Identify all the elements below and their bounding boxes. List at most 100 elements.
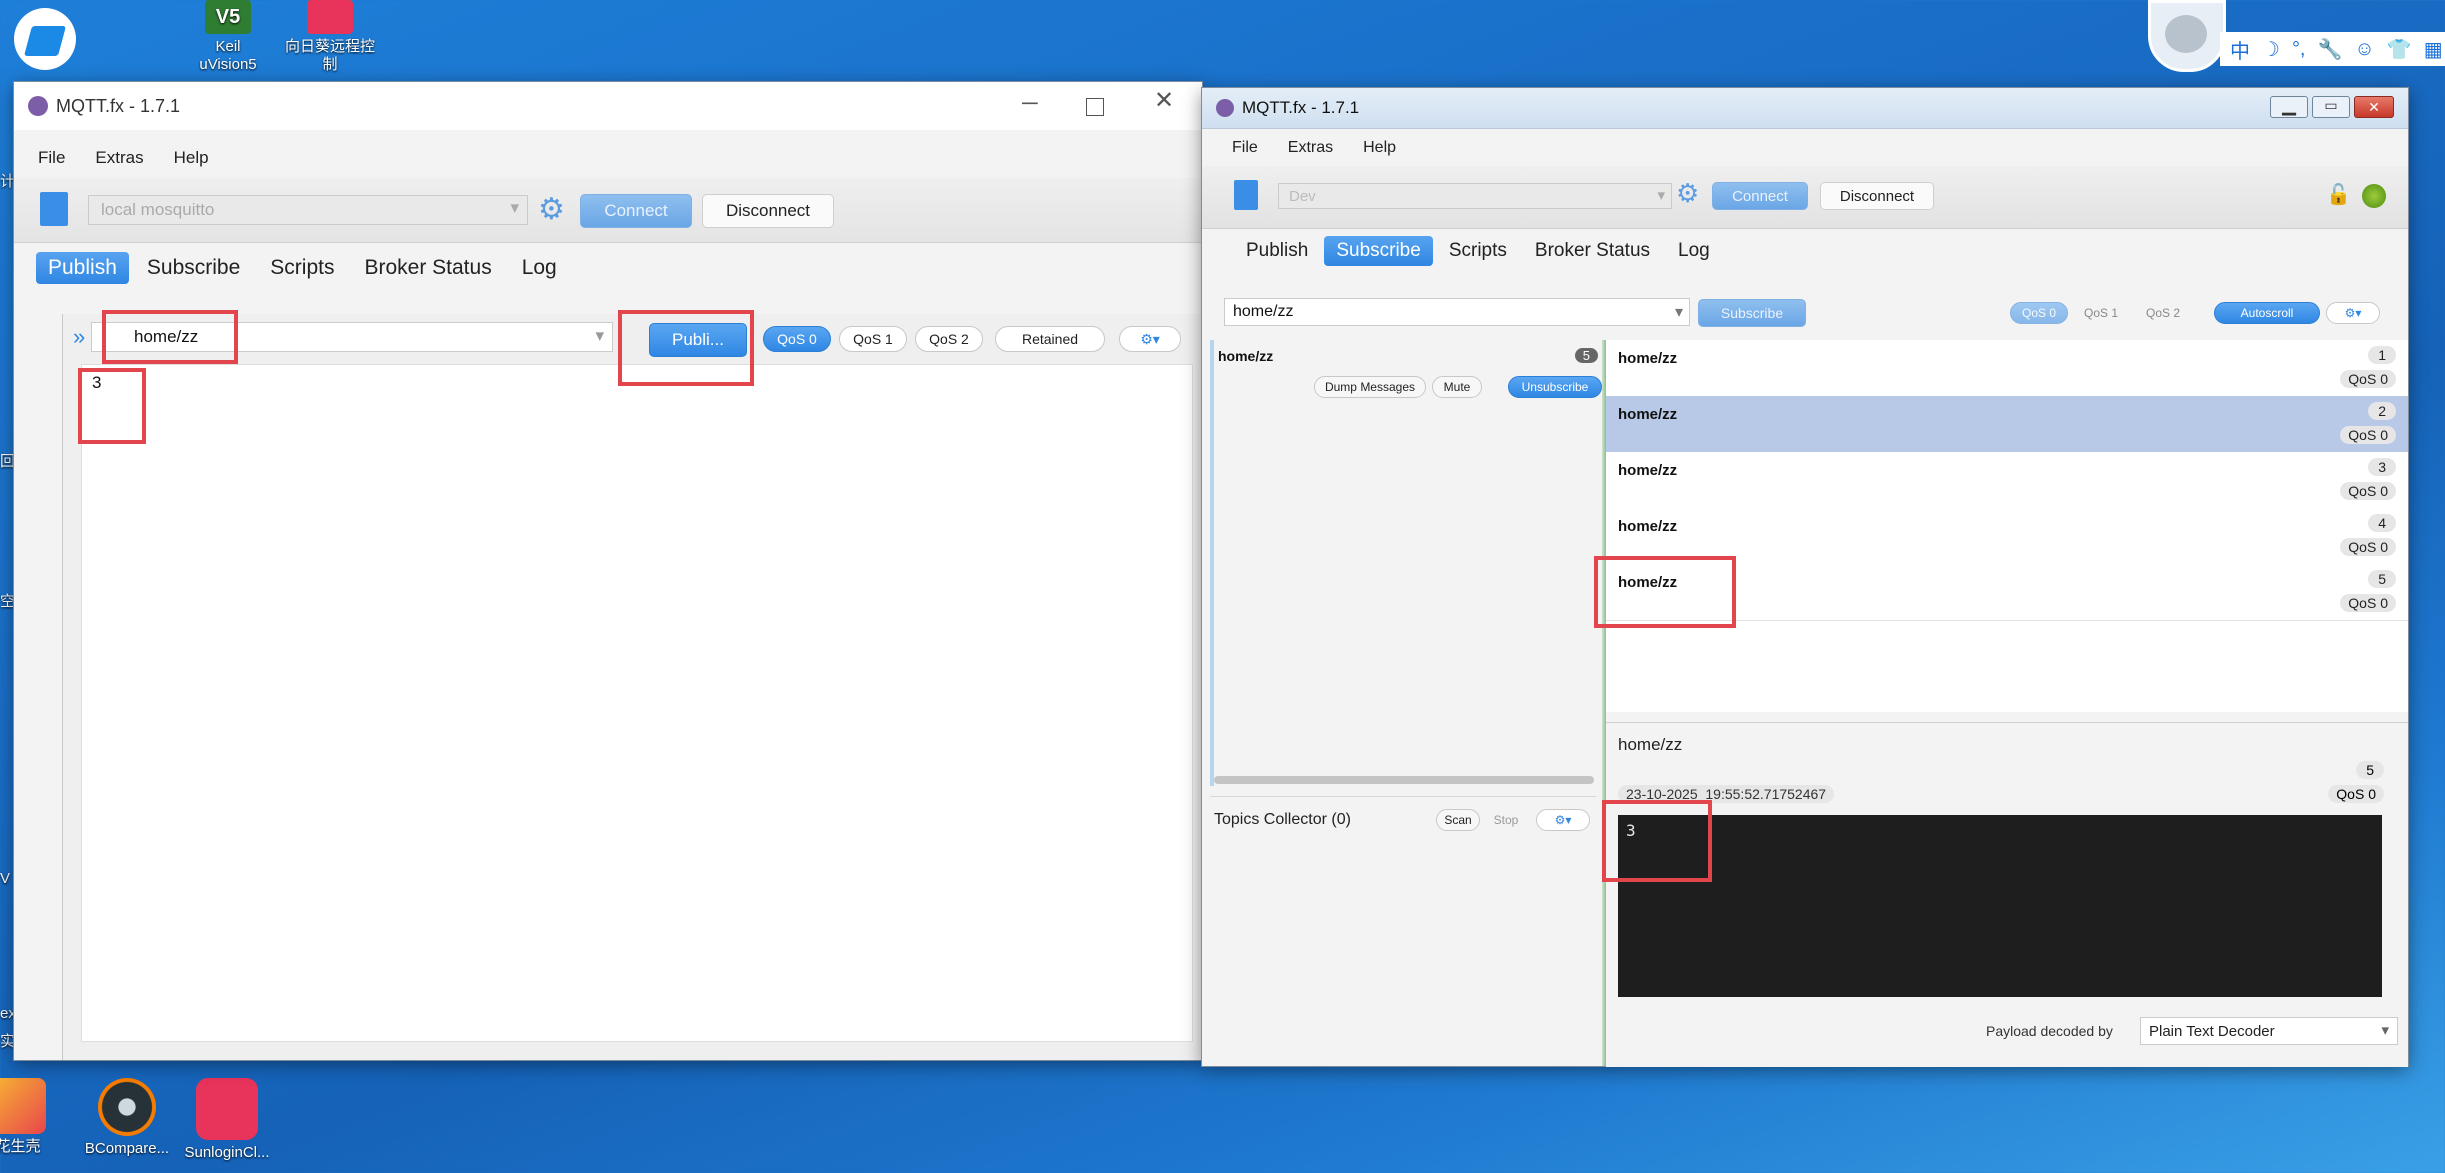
detail-qos: QoS 0 [2328, 785, 2384, 803]
tab-broker-status[interactable]: Broker Status [1523, 236, 1662, 266]
menu-file[interactable]: File [38, 148, 65, 176]
qos2-toggle[interactable]: QoS 2 [2134, 302, 2192, 324]
autoscroll-toggle[interactable]: Autoscroll [2214, 302, 2320, 324]
qos2-toggle[interactable]: QoS 2 [915, 326, 983, 352]
desktop-icon-bcompare[interactable]: BCompare... [77, 1078, 177, 1158]
message-qos: QoS 0 [2340, 370, 2396, 388]
message-number: 2 [2368, 402, 2396, 420]
subscriptions-pane: home/zz 5 Dump Messages Mute Unsubscribe [1210, 340, 1602, 786]
desktop-icon-oray[interactable]: 花生壳 [0, 1078, 58, 1156]
ime-moon-icon[interactable]: ☽ [2262, 37, 2280, 62]
chevron-down-icon: ▾ [1657, 187, 1665, 204]
disconnect-button[interactable]: Disconnect [1820, 182, 1934, 210]
menu-file[interactable]: File [1232, 139, 1258, 165]
ime-grid-icon[interactable]: ▦ [2424, 37, 2443, 62]
mute-button[interactable]: Mute [1432, 376, 1482, 398]
ime-smile-icon[interactable]: ☺ [2354, 38, 2374, 61]
tab-log[interactable]: Log [1666, 236, 1722, 266]
menu-extras[interactable]: Extras [1288, 139, 1333, 165]
tab-broker-status[interactable]: Broker Status [352, 252, 503, 284]
lock-open-icon: 🔓 [2326, 184, 2351, 206]
tab-scripts[interactable]: Scripts [258, 252, 346, 284]
retained-toggle[interactable]: Retained [995, 326, 1105, 352]
ime-wrench-icon[interactable]: 🔧 [2318, 37, 2343, 62]
subscribe-button[interactable]: Subscribe [1698, 299, 1806, 327]
stop-button[interactable]: Stop [1484, 809, 1528, 831]
desktop-icon-label: 制 [322, 56, 338, 73]
disconnect-button[interactable]: Disconnect [702, 194, 834, 228]
desktop-icon-sunlogin-client[interactable]: SunloginCl... [177, 1078, 277, 1162]
message-row[interactable]: home/zz 2 QoS 0 [1606, 396, 2408, 453]
desktop-icon-keil[interactable]: V5 Keil uVision5 [178, 0, 278, 74]
ime-avatar[interactable] [2148, 0, 2226, 72]
message-number: 3 [2368, 458, 2396, 476]
tab-publish[interactable]: Publish [36, 252, 129, 284]
taskbar-app-icon[interactable] [14, 8, 76, 70]
desktop-icon-sunlogin[interactable]: 向日葵远程控 制 [280, 0, 380, 74]
message-topic: home/zz [1618, 462, 1678, 479]
qos1-toggle[interactable]: QoS 1 [2072, 302, 2130, 324]
collector-options-gear-icon[interactable]: ⚙▾ [1536, 809, 1590, 831]
tab-subscribe[interactable]: Subscribe [1324, 236, 1433, 266]
scan-button[interactable]: Scan [1436, 809, 1480, 831]
detail-payload-viewer[interactable]: 3 [1618, 815, 2382, 997]
tab-publish[interactable]: Publish [1234, 236, 1320, 266]
message-number: 4 [2368, 514, 2396, 532]
settings-gear-icon[interactable]: ⚙ [1676, 178, 1699, 209]
profile-combo[interactable]: Dev ▾ [1278, 183, 1672, 209]
tab-scripts[interactable]: Scripts [1437, 236, 1519, 266]
subscriptions-scrollbar[interactable] [1214, 776, 1594, 784]
mqttfx-logo-icon [28, 96, 48, 116]
right-title-bar[interactable]: MQTT.fx - 1.7.1 ▁ ▭ ✕ [1202, 88, 2408, 129]
tab-subscribe[interactable]: Subscribe [135, 252, 252, 284]
menu-help[interactable]: Help [1363, 139, 1396, 165]
payload-editor[interactable]: 3 [81, 364, 1193, 1042]
qos0-toggle[interactable]: QoS 0 [2010, 302, 2068, 324]
unsubscribe-button[interactable]: Unsubscribe [1508, 376, 1602, 398]
options-gear-icon[interactable]: ⚙▾ [1119, 326, 1181, 352]
ime-punct-icon[interactable]: °, [2292, 38, 2306, 61]
desktop-icon-label: uVision5 [199, 56, 257, 73]
connect-button[interactable]: Connect [580, 194, 692, 228]
subscribe-topic-input[interactable]: home/zz ▾ [1224, 298, 1690, 326]
tab-log[interactable]: Log [510, 252, 569, 284]
minimize-icon[interactable]: ─ [1022, 90, 1038, 116]
left-tabs: Publish Subscribe Scripts Broker Status … [36, 252, 569, 284]
right-tabs: Publish Subscribe Scripts Broker Status … [1234, 236, 1722, 266]
minimize-icon[interactable]: ▁ [2270, 96, 2308, 118]
message-topic: home/zz [1618, 518, 1678, 535]
desktop-icon-label: Keil [215, 38, 241, 55]
connection-status-icon [2362, 184, 2386, 208]
subscription-topic[interactable]: home/zz [1218, 348, 1273, 364]
options-gear-icon[interactable]: ⚙▾ [2326, 302, 2380, 324]
new-profile-icon[interactable] [40, 192, 68, 226]
left-title-bar[interactable]: MQTT.fx - 1.7.1 ─ ✕ [14, 82, 1202, 130]
settings-gear-icon[interactable]: ⚙ [538, 192, 565, 227]
connect-button[interactable]: Connect [1712, 182, 1808, 210]
close-icon[interactable]: ✕ [2354, 96, 2394, 118]
message-row[interactable]: home/zz 3 QoS 0 [1606, 452, 2408, 509]
subscribe-topic-value: home/zz [1233, 303, 1294, 320]
decoder-select[interactable]: Plain Text Decoder ▾ [2140, 1017, 2398, 1045]
new-profile-icon[interactable] [1234, 180, 1258, 210]
menu-help[interactable]: Help [174, 148, 209, 176]
profile-combo[interactable]: local mosquitto ▾ [88, 195, 528, 225]
qos0-toggle[interactable]: QoS 0 [763, 326, 831, 352]
message-row[interactable]: home/zz 1 QoS 0 [1606, 340, 2408, 397]
qos1-toggle[interactable]: QoS 1 [839, 326, 907, 352]
menu-extras[interactable]: Extras [95, 148, 143, 176]
ime-toolbar[interactable]: 中 ☽ °, 🔧 ☺ 👕 ▦ [2220, 32, 2445, 66]
dump-messages-button[interactable]: Dump Messages [1314, 376, 1426, 398]
ime-lang-icon[interactable]: 中 [2230, 35, 2250, 64]
message-qos: QoS 0 [2340, 426, 2396, 444]
close-icon[interactable]: ✕ [1154, 86, 1174, 115]
expand-icon[interactable]: » [73, 324, 85, 350]
maximize-icon[interactable]: ▭ [2312, 96, 2350, 118]
message-qos: QoS 0 [2340, 594, 2396, 612]
detail-number: 5 [2356, 761, 2384, 779]
chevron-down-icon: ▾ [510, 198, 519, 217]
highlight-publish [618, 310, 754, 386]
ime-shirt-icon[interactable]: 👕 [2387, 37, 2412, 62]
maximize-icon[interactable] [1086, 98, 1104, 116]
desktop-fragment: V [0, 870, 11, 887]
